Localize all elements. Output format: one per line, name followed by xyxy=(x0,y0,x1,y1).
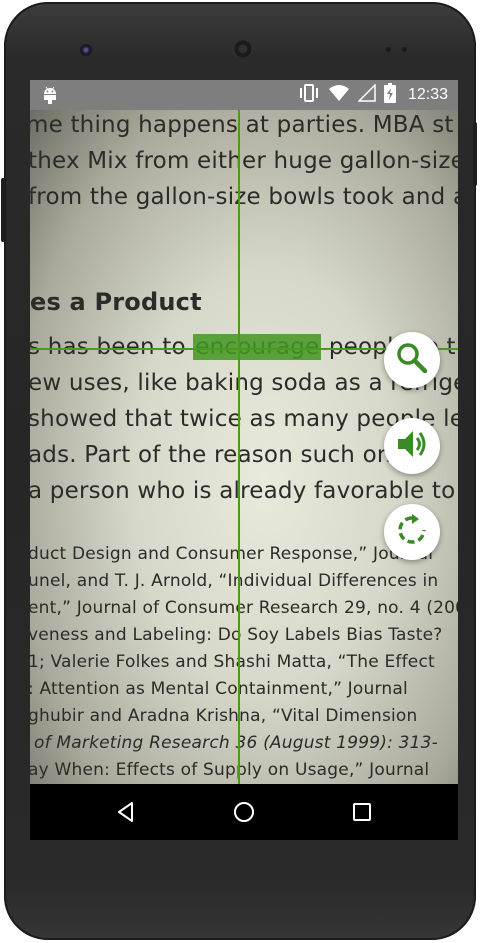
reference-line: : Attention as Mental Containment,” Jour… xyxy=(30,679,408,699)
search-icon xyxy=(395,341,429,380)
clock: 12:33 xyxy=(407,86,448,103)
recents-icon xyxy=(353,803,371,821)
power-button xyxy=(473,122,477,186)
back-button[interactable] xyxy=(114,800,138,824)
crosshair-vertical xyxy=(238,110,240,784)
no-signal-icon xyxy=(357,82,376,107)
reference-line: duct Design and Consumer Response,” Jour… xyxy=(30,544,434,564)
reference-line: 1; Valerie Folkes and Shashi Matta, “The… xyxy=(30,652,435,672)
text-line: ads. Part of the reason such on-pa xyxy=(30,442,430,468)
screen: 12:33 me thing happens at parties. MBA s… xyxy=(30,80,458,840)
rotate-button[interactable] xyxy=(384,504,440,560)
reference-line: ay When: Effects of Supply on Usage,” Jo… xyxy=(30,760,430,780)
detected-word[interactable]: encourage xyxy=(193,334,322,360)
home-button[interactable] xyxy=(232,800,256,824)
search-button[interactable] xyxy=(384,332,440,388)
volume-icon xyxy=(395,427,429,466)
speak-button[interactable] xyxy=(384,418,440,474)
android-debug-icon xyxy=(42,86,58,109)
text-line: from the gallon-size bowls took and ate xyxy=(30,184,458,210)
camera-preview[interactable]: me thing happens at parties. MBA st thex… xyxy=(30,110,458,784)
proximity-sensor xyxy=(386,47,391,52)
recents-button[interactable] xyxy=(350,800,374,824)
reference-line: of Marketing Research 36 (August 1999): … xyxy=(34,733,439,753)
reference-line: unel, and T. J. Arnold, “Individual Diff… xyxy=(30,571,439,591)
rotate-icon xyxy=(395,513,429,552)
navigation-bar xyxy=(30,784,458,840)
text-line: me thing happens at parties. MBA st xyxy=(30,112,454,138)
back-icon xyxy=(118,802,133,822)
phone-frame: 12:33 me thing happens at parties. MBA s… xyxy=(1,2,477,940)
status-bar: 12:33 xyxy=(30,80,458,110)
focus-line-before: s has been to xyxy=(30,334,194,360)
battery-charging-icon xyxy=(383,82,396,108)
reference-line: veness and Labeling: Do Soy Labels Bias … xyxy=(30,625,443,645)
reference-line: ent,” Journal of Consumer Research 29, n… xyxy=(30,598,458,618)
reference-line: ghubir and Aradna Krishna, “Vital Dimens… xyxy=(30,706,418,726)
heading-line: es a Product xyxy=(30,288,202,316)
wifi-icon xyxy=(328,84,350,107)
earpiece-speaker xyxy=(232,40,254,58)
vibrate-icon xyxy=(298,83,320,107)
home-icon xyxy=(234,802,254,822)
front-camera xyxy=(80,44,92,56)
text-line: thex Mix from either huge gallon-size bo xyxy=(30,148,458,174)
light-sensor xyxy=(402,47,407,52)
text-line: a person who is already favorable to the… xyxy=(30,478,458,504)
volume-button xyxy=(1,178,5,242)
